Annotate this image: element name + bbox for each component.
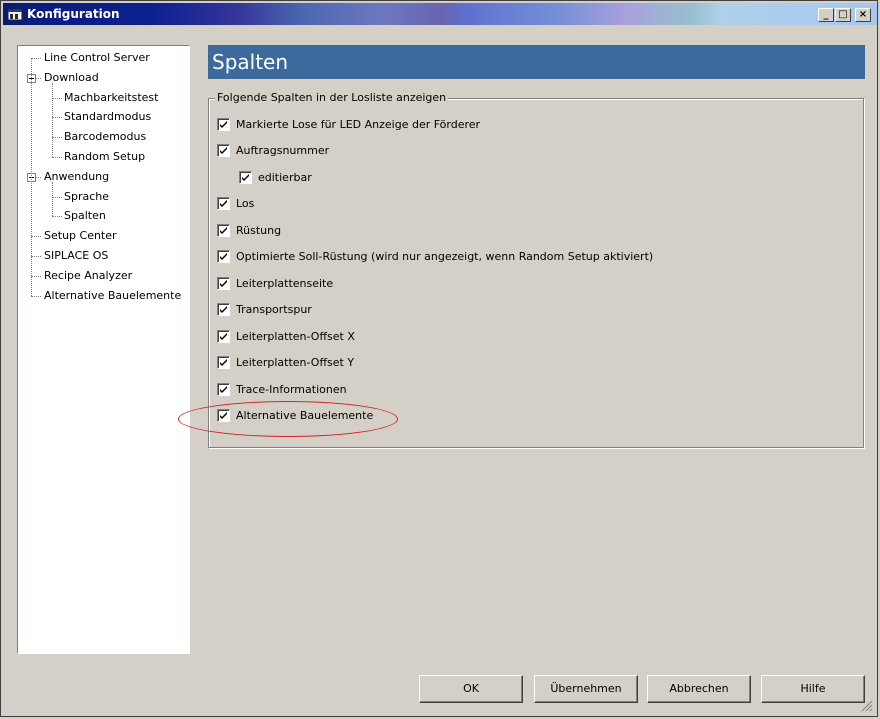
checkbox-label: Los (236, 197, 255, 210)
tree-item[interactable]: Machbarkeitstest (64, 90, 158, 106)
help-button[interactable]: Hilfe (761, 675, 865, 703)
checkmark-icon (242, 174, 249, 181)
checkbox-label: Auftragsnummer (236, 144, 330, 157)
resize-grip-icon[interactable] (861, 700, 873, 712)
window-title: Konfiguration (27, 7, 120, 21)
tree-connector (31, 256, 41, 257)
tree-connector (52, 137, 62, 138)
tree-content: Line Control Server Download Machbarkeitst… (18, 46, 189, 653)
cancel-button[interactable]: Abbrechen (647, 675, 751, 703)
tree-item[interactable]: Spalten (64, 208, 106, 224)
checkbox[interactable] (217, 303, 230, 316)
checkbox[interactable] (217, 118, 230, 131)
checkbox-label: Rüstung (236, 224, 282, 237)
apply-button[interactable]: Übernehmen (534, 675, 638, 703)
checkmark-icon (220, 306, 227, 313)
ok-button[interactable]: OK (419, 675, 523, 703)
checkbox-label: Trace-Informationen (236, 383, 347, 396)
checkbox[interactable] (217, 197, 230, 210)
tree-connector (52, 157, 62, 158)
maximize-button[interactable]: □ (835, 8, 851, 22)
checkbox[interactable] (217, 383, 230, 396)
tree-item[interactable]: Random Setup (64, 149, 145, 165)
tree-item[interactable]: Recipe Analyzer (44, 268, 132, 284)
checkbox[interactable] (239, 171, 252, 184)
tree-item[interactable]: Alternative Bauelemente (44, 288, 181, 304)
configuration-window: Konfiguration _ □ × Line Control Server D… (0, 0, 878, 717)
checkbox[interactable] (217, 250, 230, 263)
tree-item[interactable]: Setup Center (44, 228, 117, 244)
minimize-button[interactable]: _ (818, 8, 834, 22)
minimize-icon: _ (823, 9, 829, 20)
tree-connector (52, 216, 62, 217)
checkmark-icon (220, 227, 227, 234)
group-label: Folgende Spalten in der Losliste anzeige… (215, 91, 449, 104)
navigation-tree[interactable]: Line Control Server Download Machbarkeitst… (17, 45, 190, 654)
close-icon: × (858, 9, 868, 20)
tree-item[interactable]: Sprache (64, 189, 109, 205)
checkbox-label: Optimierte Soll-Rüstung (wird nur angeze… (236, 250, 654, 263)
tree-item[interactable]: SIPLACE OS (44, 248, 108, 264)
close-button[interactable]: × (855, 8, 871, 22)
tree-item[interactable]: Anwendung (44, 169, 109, 185)
tree-connector (31, 276, 41, 277)
maximize-icon: □ (838, 9, 848, 20)
checkbox-label: Leiterplatten-Offset X (236, 330, 355, 343)
tree-connector (52, 117, 62, 118)
tree-connector (52, 182, 53, 216)
tree-connector (31, 236, 41, 237)
checkbox[interactable] (217, 356, 230, 369)
app-icon (7, 7, 23, 21)
checkmark-icon (220, 147, 227, 154)
page-title: Spalten (208, 45, 865, 79)
highlight-annotation (178, 401, 398, 437)
checkbox[interactable] (217, 144, 230, 157)
checkbox[interactable] (217, 330, 230, 343)
columns-group: Folgende Spalten in der Losliste anzeige… (208, 91, 864, 448)
tree-connector (52, 197, 62, 198)
checkbox-label: editierbar (258, 171, 312, 184)
tree-connector (31, 296, 41, 297)
tree-item[interactable]: Standardmodus (64, 109, 151, 125)
checkmark-icon (220, 280, 227, 287)
checkmark-icon (220, 386, 227, 393)
tree-item[interactable]: Barcodemodus (64, 129, 146, 145)
checkmark-icon (220, 200, 227, 207)
checkbox[interactable] (217, 224, 230, 237)
tree-connector (31, 58, 41, 59)
checkbox-label: Transportspur (236, 303, 312, 316)
checkmark-icon (220, 121, 227, 128)
checkbox-label: Leiterplattenseite (236, 277, 334, 290)
tree-connector (52, 83, 53, 157)
tree-item[interactable]: Line Control Server (44, 50, 150, 66)
tree-connector (31, 58, 32, 296)
checkbox-label: Leiterplatten-Offset Y (236, 356, 355, 369)
tree-connector (52, 98, 62, 99)
checkbox[interactable] (217, 277, 230, 290)
title-bar[interactable]: Konfiguration _ □ × (3, 3, 877, 25)
checkmark-icon (220, 359, 227, 366)
checkmark-icon (220, 253, 227, 260)
checkmark-icon (220, 333, 227, 340)
checkbox-label: Markierte Lose für LED Anzeige der Förde… (236, 118, 481, 131)
